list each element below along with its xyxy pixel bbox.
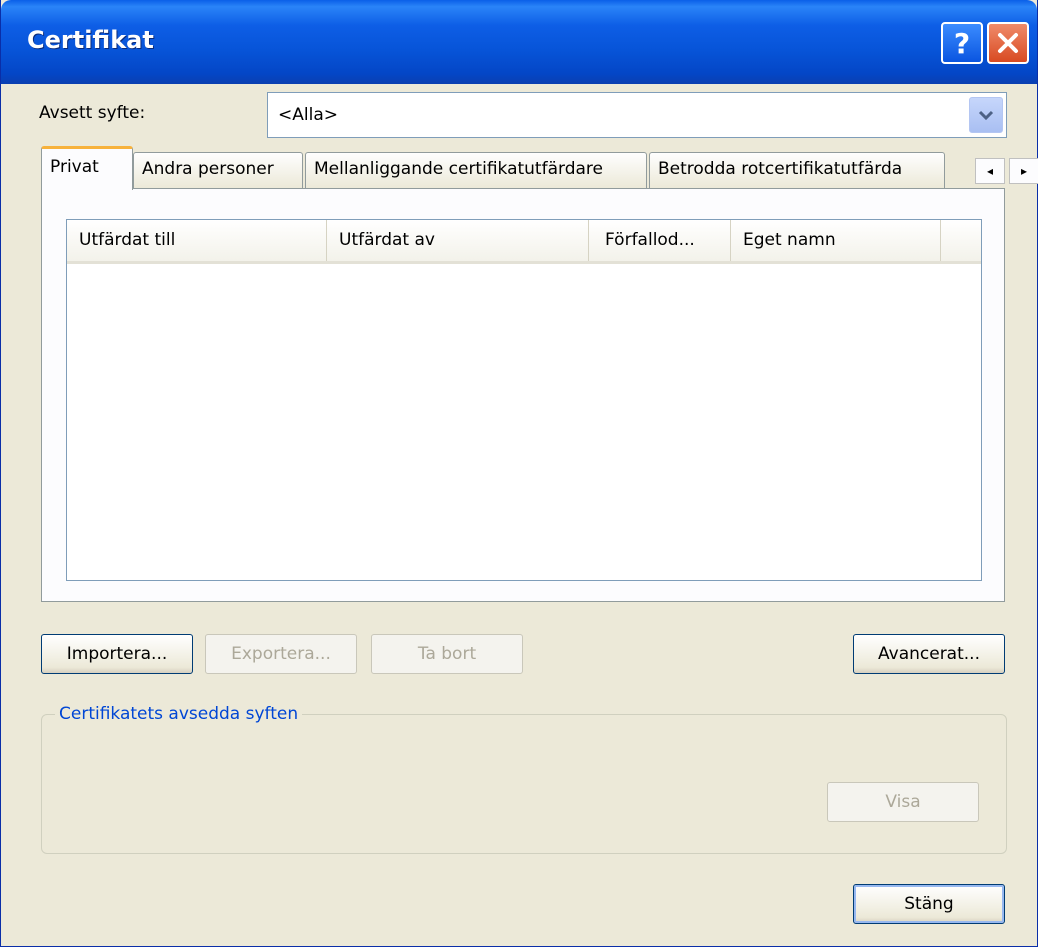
- column-label: Eget namn: [743, 230, 836, 250]
- help-icon: ?: [953, 26, 971, 60]
- purpose-label: Avsett syfte:: [39, 103, 146, 123]
- close-button[interactable]: Stäng: [853, 884, 1005, 924]
- tab-andra-personer[interactable]: Andra personer: [133, 152, 303, 188]
- window-title: Certifikat: [27, 26, 154, 54]
- intended-purposes-legend: Certifikatets avsedda syften: [55, 704, 303, 724]
- import-button[interactable]: Importera...: [41, 634, 193, 674]
- scroll-right-icon[interactable]: ▸: [1009, 158, 1038, 184]
- tab-privat[interactable]: Privat: [41, 146, 133, 190]
- chevron-down-icon: [978, 110, 994, 121]
- remove-button[interactable]: Ta bort: [371, 634, 523, 674]
- advanced-button[interactable]: Avancerat...: [853, 634, 1005, 674]
- view-button[interactable]: Visa: [827, 782, 979, 822]
- certificate-tabs: Privat Andra personer Mellanliggande cer…: [41, 146, 1038, 190]
- tab-mellanliggande[interactable]: Mellanliggande certifikatutfärdare: [305, 152, 647, 188]
- export-button[interactable]: Exportera...: [205, 634, 357, 674]
- scroll-left-icon[interactable]: ◂: [975, 158, 1005, 184]
- tab-label: Betrodda rotcertifikatutfärda: [658, 159, 903, 179]
- purpose-dropdown-value: <Alla>: [278, 105, 338, 125]
- tab-betrodda-rot[interactable]: Betrodda rotcertifikatutfärda: [649, 152, 945, 188]
- column-label: Förfallod...: [605, 230, 695, 250]
- column-header-expiry[interactable]: Förfallod...: [589, 220, 731, 261]
- dropdown-arrow-button[interactable]: [969, 97, 1003, 133]
- tab-label: Privat: [50, 157, 99, 177]
- tab-panel: Utfärdat till Utfärdat av Förfallod... E…: [41, 188, 1005, 602]
- tab-scroll-controls: ◂ ▸: [975, 158, 1038, 184]
- title-bar[interactable]: Certifikat ?: [1, 0, 1037, 84]
- certificate-list[interactable]: Utfärdat till Utfärdat av Förfallod... E…: [66, 219, 982, 581]
- column-label: Utfärdat av: [339, 230, 435, 250]
- certificates-dialog: Certifikat ? Avsett syfte: <Alla> Privat…: [0, 0, 1038, 947]
- column-label: Utfärdat till: [79, 230, 176, 250]
- close-icon: [998, 33, 1018, 53]
- close-window-button[interactable]: [987, 22, 1029, 64]
- column-header-issued-by[interactable]: Utfärdat av: [327, 220, 589, 261]
- tab-label: Andra personer: [142, 159, 274, 179]
- purpose-dropdown[interactable]: <Alla>: [267, 92, 1007, 138]
- tab-label: Mellanliggande certifikatutfärdare: [314, 159, 603, 179]
- column-header-friendly-name[interactable]: Eget namn: [731, 220, 941, 261]
- help-button[interactable]: ?: [941, 22, 983, 64]
- column-header-issued-to[interactable]: Utfärdat till: [67, 220, 327, 261]
- list-header: Utfärdat till Utfärdat av Förfallod... E…: [67, 220, 981, 264]
